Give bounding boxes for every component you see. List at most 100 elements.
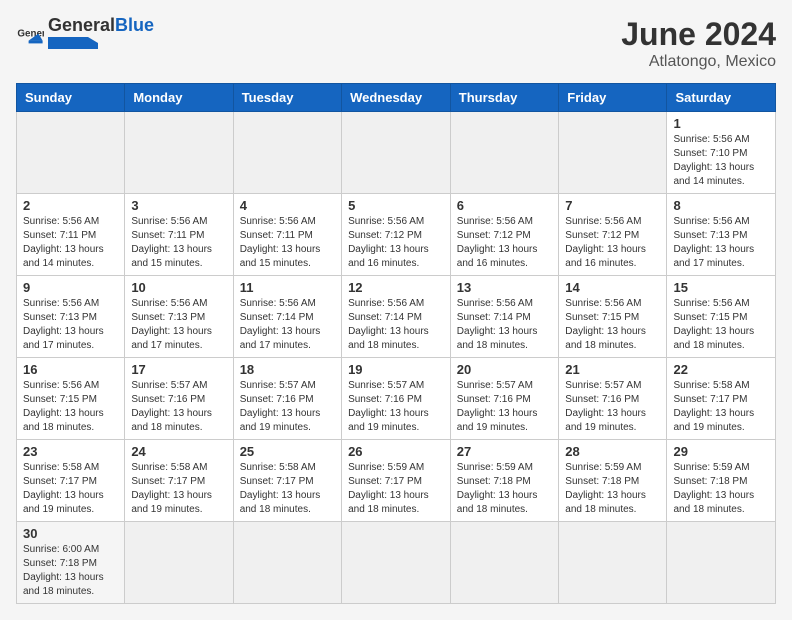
calendar-cell-w4-d4: 27 Sunrise: 5:59 AM Sunset: 7:18 PM Dayli… (450, 440, 559, 522)
day-number: 9 (23, 280, 118, 295)
calendar-cell-w1-d1: 3 Sunrise: 5:56 AM Sunset: 7:11 PM Daylig… (125, 194, 233, 276)
day-number: 23 (23, 444, 118, 459)
calendar-cell-w3-d0: 16Sunrise: 5:56 AM Sunset: 7:15 PM Dayli… (17, 358, 125, 440)
day-number: 3 (131, 198, 226, 213)
calendar-cell-w1-d5: 7Sunrise: 5:56 AM Sunset: 7:12 PM Daylig… (559, 194, 667, 276)
day-number: 28 (565, 444, 660, 459)
day-number: 22 (673, 362, 769, 377)
day-number: 24 (131, 444, 226, 459)
day-number: 8 (673, 198, 769, 213)
day-info: Sunrise: 5:56 AM Sunset: 7:12 PM Dayligh… (457, 215, 553, 271)
calendar-cell-w3-d4: 20Sunrise: 5:57 AM Sunset: 7:16 PM Dayli… (450, 358, 559, 440)
calendar-cell-w5-d4 (450, 522, 559, 604)
day-info: Sunrise: 5:59 AM Sunset: 7:18 PM Dayligh… (457, 461, 553, 517)
calendar-week-2: 9 Sunrise: 5:56 AM Sunset: 7:13 PM Daylig… (17, 276, 776, 358)
page-header: General GeneralBlue June 2024 Atlatongo,… (16, 16, 776, 71)
day-info: Sunrise: 5:57 AM Sunset: 7:16 PM Dayligh… (240, 379, 335, 435)
weekday-header-wednesday: Wednesday (342, 84, 451, 112)
day-number: 12 (348, 280, 444, 295)
day-info: Sunrise: 5:56 AM Sunset: 7:14 PM Dayligh… (348, 297, 444, 353)
day-info: Sunrise: 5:56 AM Sunset: 7:14 PM Dayligh… (457, 297, 553, 353)
calendar-cell-w2-d0: 9 Sunrise: 5:56 AM Sunset: 7:13 PM Daylig… (17, 276, 125, 358)
day-number: 1 (673, 116, 769, 131)
calendar-cell-w0-d0 (17, 112, 125, 194)
day-info: Sunrise: 5:56 AM Sunset: 7:14 PM Dayligh… (240, 297, 335, 353)
day-number: 14 (565, 280, 660, 295)
day-info: Sunrise: 5:56 AM Sunset: 7:11 PM Dayligh… (131, 215, 226, 271)
logo-underline-icon (48, 37, 98, 49)
day-number: 15 (673, 280, 769, 295)
day-number: 26 (348, 444, 444, 459)
calendar-cell-w4-d6: 29 Sunrise: 5:59 AM Sunset: 7:18 PM Dayli… (667, 440, 776, 522)
calendar-cell-w4-d2: 25 Sunrise: 5:58 AM Sunset: 7:17 PM Dayli… (233, 440, 341, 522)
day-info: Sunrise: 6:00 AM Sunset: 7:18 PM Dayligh… (23, 543, 118, 599)
calendar-cell-w2-d5: 14Sunrise: 5:56 AM Sunset: 7:15 PM Dayli… (559, 276, 667, 358)
calendar-cell-w4-d1: 24 Sunrise: 5:58 AM Sunset: 7:17 PM Dayli… (125, 440, 233, 522)
logo-blue: Blue (115, 15, 154, 35)
day-info: Sunrise: 5:56 AM Sunset: 7:15 PM Dayligh… (23, 379, 118, 435)
calendar-cell-w0-d3 (342, 112, 451, 194)
day-info: Sunrise: 5:59 AM Sunset: 7:18 PM Dayligh… (565, 461, 660, 517)
day-number: 17 (131, 362, 226, 377)
month-title: June 2024 (621, 16, 776, 53)
weekday-header-sunday: Sunday (17, 84, 125, 112)
weekday-header-tuesday: Tuesday (233, 84, 341, 112)
logo: General GeneralBlue (16, 16, 154, 54)
weekday-header-thursday: Thursday (450, 84, 559, 112)
day-info: Sunrise: 5:56 AM Sunset: 7:13 PM Dayligh… (23, 297, 118, 353)
calendar-cell-w1-d6: 8 Sunrise: 5:56 AM Sunset: 7:13 PM Daylig… (667, 194, 776, 276)
day-number: 30 (23, 526, 118, 541)
day-number: 18 (240, 362, 335, 377)
calendar-cell-w4-d5: 28 Sunrise: 5:59 AM Sunset: 7:18 PM Dayli… (559, 440, 667, 522)
calendar-week-5: 30 Sunrise: 6:00 AM Sunset: 7:18 PM Dayli… (17, 522, 776, 604)
day-info: Sunrise: 5:56 AM Sunset: 7:12 PM Dayligh… (348, 215, 444, 271)
calendar-week-0: 1Sunrise: 5:56 AM Sunset: 7:10 PM Daylig… (17, 112, 776, 194)
day-number: 25 (240, 444, 335, 459)
day-info: Sunrise: 5:56 AM Sunset: 7:11 PM Dayligh… (23, 215, 118, 271)
calendar-week-3: 16Sunrise: 5:56 AM Sunset: 7:15 PM Dayli… (17, 358, 776, 440)
calendar-cell-w3-d1: 17 Sunrise: 5:57 AM Sunset: 7:16 PM Dayli… (125, 358, 233, 440)
day-info: Sunrise: 5:56 AM Sunset: 7:13 PM Dayligh… (673, 215, 769, 271)
calendar-cell-w4-d0: 23 Sunrise: 5:58 AM Sunset: 7:17 PM Dayli… (17, 440, 125, 522)
location-title: Atlatongo, Mexico (621, 53, 776, 71)
calendar-cell-w5-d0: 30 Sunrise: 6:00 AM Sunset: 7:18 PM Dayli… (17, 522, 125, 604)
calendar-cell-w2-d4: 13 Sunrise: 5:56 AM Sunset: 7:14 PM Dayli… (450, 276, 559, 358)
calendar-cell-w4-d3: 26 Sunrise: 5:59 AM Sunset: 7:17 PM Dayli… (342, 440, 451, 522)
day-number: 27 (457, 444, 553, 459)
calendar-cell-w1-d3: 5Sunrise: 5:56 AM Sunset: 7:12 PM Daylig… (342, 194, 451, 276)
calendar-cell-w2-d2: 11 Sunrise: 5:56 AM Sunset: 7:14 PM Dayli… (233, 276, 341, 358)
calendar-cell-w0-d5 (559, 112, 667, 194)
day-info: Sunrise: 5:56 AM Sunset: 7:13 PM Dayligh… (131, 297, 226, 353)
day-number: 29 (673, 444, 769, 459)
weekday-header-row: SundayMondayTuesdayWednesdayThursdayFrid… (17, 84, 776, 112)
day-info: Sunrise: 5:57 AM Sunset: 7:16 PM Dayligh… (565, 379, 660, 435)
day-info: Sunrise: 5:58 AM Sunset: 7:17 PM Dayligh… (673, 379, 769, 435)
day-info: Sunrise: 5:56 AM Sunset: 7:15 PM Dayligh… (673, 297, 769, 353)
day-number: 10 (131, 280, 226, 295)
calendar-title-block: June 2024 Atlatongo, Mexico (621, 16, 776, 71)
weekday-header-friday: Friday (559, 84, 667, 112)
calendar-cell-w1-d4: 6Sunrise: 5:56 AM Sunset: 7:12 PM Daylig… (450, 194, 559, 276)
day-number: 11 (240, 280, 335, 295)
day-info: Sunrise: 5:59 AM Sunset: 7:17 PM Dayligh… (348, 461, 444, 517)
day-number: 13 (457, 280, 553, 295)
day-number: 2 (23, 198, 118, 213)
day-info: Sunrise: 5:58 AM Sunset: 7:17 PM Dayligh… (240, 461, 335, 517)
calendar-cell-w5-d1 (125, 522, 233, 604)
logo-icon: General (16, 21, 44, 49)
day-info: Sunrise: 5:58 AM Sunset: 7:17 PM Dayligh… (131, 461, 226, 517)
day-info: Sunrise: 5:57 AM Sunset: 7:16 PM Dayligh… (131, 379, 226, 435)
calendar-week-1: 2 Sunrise: 5:56 AM Sunset: 7:11 PM Daylig… (17, 194, 776, 276)
day-info: Sunrise: 5:59 AM Sunset: 7:18 PM Dayligh… (673, 461, 769, 517)
calendar-cell-w2-d1: 10 Sunrise: 5:56 AM Sunset: 7:13 PM Dayli… (125, 276, 233, 358)
calendar-cell-w0-d4 (450, 112, 559, 194)
calendar-cell-w2-d6: 15 Sunrise: 5:56 AM Sunset: 7:15 PM Dayli… (667, 276, 776, 358)
day-info: Sunrise: 5:57 AM Sunset: 7:16 PM Dayligh… (348, 379, 444, 435)
calendar-cell-w3-d3: 19Sunrise: 5:57 AM Sunset: 7:16 PM Dayli… (342, 358, 451, 440)
day-number: 4 (240, 198, 335, 213)
day-info: Sunrise: 5:58 AM Sunset: 7:17 PM Dayligh… (23, 461, 118, 517)
calendar-cell-w3-d2: 18 Sunrise: 5:57 AM Sunset: 7:16 PM Dayli… (233, 358, 341, 440)
calendar-cell-w5-d3 (342, 522, 451, 604)
calendar-cell-w2-d3: 12 Sunrise: 5:56 AM Sunset: 7:14 PM Dayli… (342, 276, 451, 358)
logo-general: General (48, 15, 115, 35)
